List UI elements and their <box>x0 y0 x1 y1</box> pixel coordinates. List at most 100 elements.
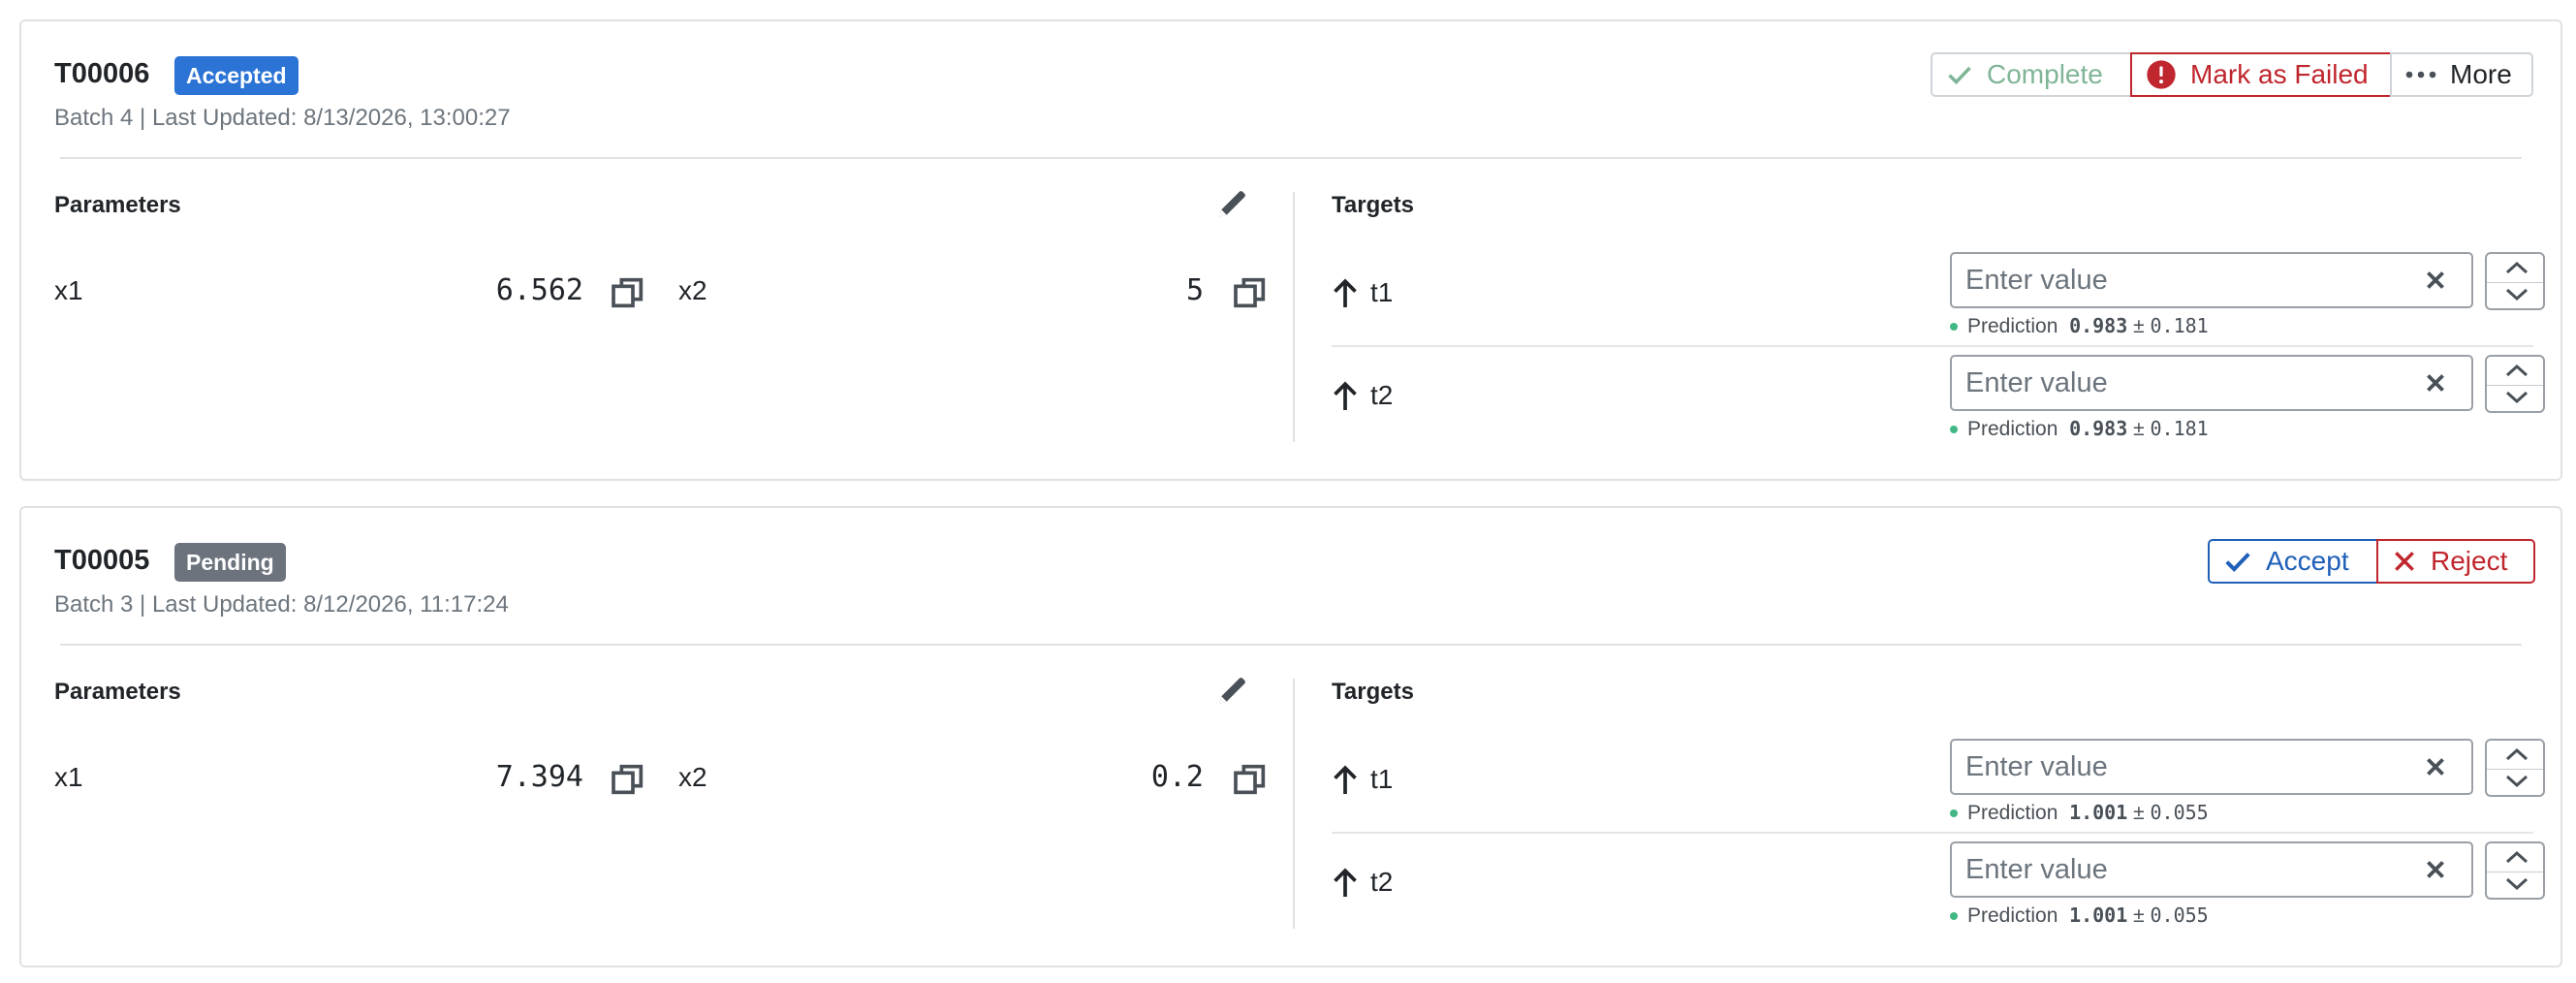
close-icon[interactable] <box>2423 754 2448 779</box>
close-icon <box>2395 552 2414 571</box>
value-stepper <box>2485 841 2545 900</box>
param-name-x1: x1 <box>54 275 83 305</box>
pencil-icon[interactable] <box>1215 186 1250 221</box>
trial-id: T00005 <box>54 545 150 576</box>
chevron-down-icon <box>2505 288 2529 301</box>
more-label: More <box>2450 59 2512 89</box>
prediction-dot <box>1950 809 1958 818</box>
prediction-pm: ± <box>2133 315 2145 337</box>
mark-as-failed-button[interactable]: Mark as Failed <box>2130 52 2392 97</box>
param-value-x1: 7.394 <box>495 760 583 794</box>
ellipsis-icon <box>2405 71 2436 79</box>
prediction-pm: ± <box>2133 904 2145 927</box>
target-value-input[interactable] <box>1950 355 2473 411</box>
reject-label: Reject <box>2431 546 2508 576</box>
pencil-icon[interactable] <box>1215 673 1250 708</box>
prediction-text: Prediction 1.001 ± 0.055 <box>1950 801 2209 825</box>
prediction-text: Prediction 0.983 ± 0.181 <box>1950 314 2209 338</box>
copy-icon[interactable] <box>609 273 647 312</box>
param-name-x2: x2 <box>678 762 707 792</box>
prediction-label: Prediction <box>1967 904 2058 927</box>
prediction-mean: 1.001 <box>2069 801 2128 824</box>
arrow-up-icon <box>1334 381 1357 410</box>
section-divider <box>1293 192 1295 442</box>
param-value-x2: 5 <box>1185 273 1204 307</box>
prediction-text: Prediction 1.001 ± 0.055 <box>1950 904 2209 928</box>
chevron-up-icon <box>2505 850 2529 864</box>
param-value-x2: 0.2 <box>1150 760 1204 794</box>
arrow-up-icon <box>1334 765 1357 794</box>
prediction-dot <box>1950 323 1958 332</box>
target-name-t2: t2 <box>1370 867 1394 897</box>
close-icon[interactable] <box>2423 268 2448 293</box>
chevron-down-icon <box>2505 391 2529 404</box>
prediction-dot <box>1950 426 1958 434</box>
param-name-x2: x2 <box>678 275 707 305</box>
arrow-up-icon <box>1334 868 1357 897</box>
chevron-up-icon <box>2505 747 2529 761</box>
prediction-mean: 0.983 <box>2069 417 2128 440</box>
chevron-up-icon <box>2505 364 2529 377</box>
value-stepper <box>2485 252 2545 310</box>
row-divider <box>1332 832 2533 834</box>
copy-icon[interactable] <box>1231 273 1270 312</box>
prediction-std: 0.055 <box>2150 904 2209 927</box>
divider <box>60 644 2522 646</box>
more-button[interactable]: More <box>2390 52 2533 97</box>
increment-button[interactable] <box>2487 254 2543 283</box>
target-name-t1: t1 <box>1370 277 1394 307</box>
decrement-button[interactable] <box>2487 870 2543 898</box>
mark-as-failed-label: Mark as Failed <box>2190 59 2369 89</box>
decrement-button[interactable] <box>2487 767 2543 795</box>
target-value-input[interactable] <box>1950 252 2473 308</box>
parameters-heading: Parameters <box>54 679 181 705</box>
row-divider <box>1332 345 2533 347</box>
increment-button[interactable] <box>2487 357 2543 386</box>
prediction-std: 0.181 <box>2150 314 2209 337</box>
accept-button[interactable]: Accept <box>2208 539 2378 584</box>
prediction-mean: 1.001 <box>2069 904 2128 927</box>
param-value-x1: 6.562 <box>495 273 583 307</box>
exclamation-circle-icon <box>2147 60 2176 89</box>
prediction-label: Prediction <box>1967 315 2058 337</box>
trial-card: T00006 Accepted Batch 4 | Last Updated: … <box>19 19 2562 481</box>
target-value-input[interactable] <box>1950 841 2473 898</box>
status-badge: Accepted <box>174 56 298 95</box>
prediction-mean: 0.983 <box>2069 314 2128 337</box>
arrow-up-icon <box>1334 278 1357 307</box>
decrement-button[interactable] <box>2487 280 2543 308</box>
check-icon <box>2225 553 2250 572</box>
complete-label: Complete <box>1987 59 2103 89</box>
prediction-std: 0.055 <box>2150 801 2209 824</box>
divider <box>60 157 2522 159</box>
chevron-up-icon <box>2505 261 2529 274</box>
trial-subtitle: Batch 3 | Last Updated: 8/12/2026, 11:17… <box>54 591 509 618</box>
value-stepper <box>2485 739 2545 797</box>
close-icon[interactable] <box>2423 370 2448 396</box>
decrement-button[interactable] <box>2487 383 2543 411</box>
prediction-text: Prediction 0.983 ± 0.181 <box>1950 417 2209 441</box>
prediction-dot <box>1950 912 1958 921</box>
prediction-label: Prediction <box>1967 802 2058 824</box>
parameters-heading: Parameters <box>54 192 181 218</box>
increment-button[interactable] <box>2487 843 2543 872</box>
trial-card: T00005 Pending Batch 3 | Last Updated: 8… <box>19 506 2562 967</box>
value-stepper <box>2485 355 2545 413</box>
copy-icon[interactable] <box>609 760 647 799</box>
copy-icon[interactable] <box>1231 760 1270 799</box>
chevron-down-icon <box>2505 775 2529 788</box>
prediction-label: Prediction <box>1967 418 2058 440</box>
close-icon[interactable] <box>2423 857 2448 882</box>
prediction-std: 0.181 <box>2150 417 2209 440</box>
trial-id: T00006 <box>54 58 150 89</box>
complete-button[interactable]: Complete <box>1931 52 2132 97</box>
targets-heading: Targets <box>1332 679 1414 705</box>
status-badge: Pending <box>174 543 286 582</box>
check-icon <box>1948 66 1971 85</box>
section-divider <box>1293 679 1295 929</box>
target-value-input[interactable] <box>1950 739 2473 795</box>
targets-heading: Targets <box>1332 192 1414 218</box>
trial-subtitle: Batch 4 | Last Updated: 8/13/2026, 13:00… <box>54 105 511 131</box>
reject-button[interactable]: Reject <box>2376 539 2535 584</box>
increment-button[interactable] <box>2487 741 2543 770</box>
